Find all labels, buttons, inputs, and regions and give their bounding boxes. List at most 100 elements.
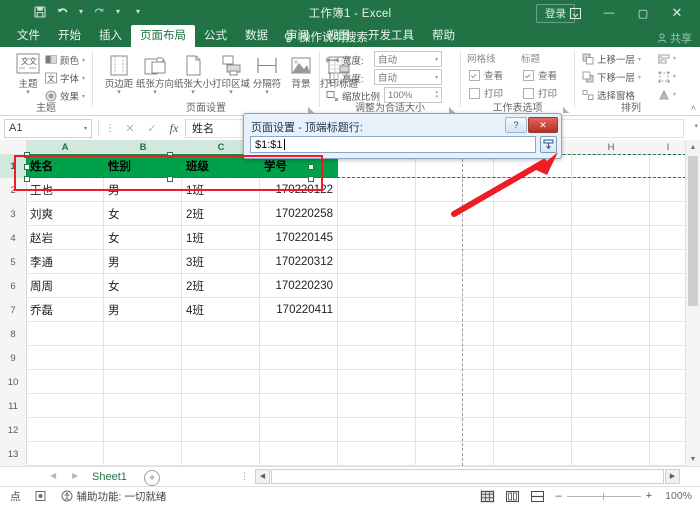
chevron-down-icon[interactable]: ▾ [117, 89, 121, 96]
cell-f13[interactable] [416, 442, 494, 466]
row-header-7[interactable]: 7 [0, 298, 27, 323]
sheet-nav-arrows[interactable]: ◀ ▶ [50, 471, 78, 480]
zoom-in-button[interactable]: + [646, 490, 652, 502]
cell-i3[interactable] [650, 202, 686, 226]
cell-a11[interactable] [26, 394, 104, 418]
send-backward-button[interactable]: 下移一层 ▾ [581, 70, 641, 84]
cell-g8[interactable] [494, 322, 572, 346]
cell-d6[interactable]: 170220230 [260, 274, 338, 298]
cell-d8[interactable] [260, 322, 338, 346]
close-button[interactable]: ✕ [660, 3, 694, 23]
horizontal-scroll-thumb[interactable] [271, 468, 664, 484]
dialog-help-button[interactable]: ? [505, 117, 527, 133]
cell-b5[interactable]: 男 [104, 250, 182, 274]
zoom-level[interactable]: 100% [662, 490, 692, 502]
expand-formula-bar-icon[interactable]: ▾ [694, 122, 698, 130]
chevron-down-icon[interactable]: ▾ [26, 89, 30, 96]
collapse-ribbon-button[interactable]: ˄ [691, 103, 696, 113]
minimize-button[interactable]: — [592, 3, 626, 23]
tell-me-search[interactable]: 操作说明搜索 [283, 29, 368, 45]
cell-e3[interactable] [338, 202, 416, 226]
cell-e10[interactable] [338, 370, 416, 394]
sheet-prev-icon[interactable]: ◀ [50, 471, 56, 480]
gridlines-view-checkbox[interactable]: 查看 [469, 68, 503, 82]
sheet-tab-sheet1[interactable]: Sheet1 [78, 467, 141, 488]
cell-a5[interactable]: 李通 [26, 250, 104, 274]
sheet-options-dialog-launcher[interactable]: ◣ [563, 105, 572, 114]
cell-f6[interactable] [416, 274, 494, 298]
cell-b9[interactable] [104, 346, 182, 370]
cell-e11[interactable] [338, 394, 416, 418]
cell-f8[interactable] [416, 322, 494, 346]
gridlines-print-checkbox[interactable]: 打印 [469, 86, 503, 100]
horizontal-scrollbar[interactable]: ⋮ ◀ ▶ [240, 468, 680, 484]
add-sheet-button[interactable]: + [144, 470, 160, 486]
cell-a13[interactable] [26, 442, 104, 466]
chevron-down-icon[interactable]: ▾ [229, 89, 233, 96]
row-header-5[interactable]: 5 [0, 250, 27, 275]
cell-a3[interactable]: 刘爽 [26, 202, 104, 226]
cell-g5[interactable] [494, 250, 572, 274]
cell-h4[interactable] [572, 226, 650, 250]
confirm-formula-icon[interactable]: ✓ [141, 122, 163, 135]
cell-c4[interactable]: 1班 [182, 226, 260, 250]
cancel-formula-icon[interactable]: ✕ [119, 122, 141, 135]
cell-a8[interactable] [26, 322, 104, 346]
cell-g10[interactable] [494, 370, 572, 394]
cell-f7[interactable] [416, 298, 494, 322]
cell-g11[interactable] [494, 394, 572, 418]
cell-h10[interactable] [572, 370, 650, 394]
cell-h9[interactable] [572, 346, 650, 370]
cell-h8[interactable] [572, 322, 650, 346]
cell-d13[interactable] [260, 442, 338, 466]
cell-c6[interactable]: 2班 [182, 274, 260, 298]
cell-i9[interactable] [650, 346, 686, 370]
ribbon-display-options-button[interactable] [558, 3, 592, 23]
cell-f2[interactable] [416, 178, 494, 202]
cell-i11[interactable] [650, 394, 686, 418]
headings-view-checkbox[interactable]: 查看 [523, 68, 557, 82]
cell-a9[interactable] [26, 346, 104, 370]
cell-d5[interactable]: 170220312 [260, 250, 338, 274]
theme-fonts-button[interactable]: 文 字体 ▾ [44, 71, 85, 85]
align-button[interactable]: ▾ [657, 52, 676, 65]
fit-height-select[interactable]: 自动 ▾ [374, 69, 442, 85]
cell-b8[interactable] [104, 322, 182, 346]
chevron-down-icon[interactable]: ▾ [153, 89, 157, 96]
tab-file[interactable]: 文件 [8, 25, 49, 47]
cell-c11[interactable] [182, 394, 260, 418]
cell-c9[interactable] [182, 346, 260, 370]
tab-page-layout[interactable]: 页面布局 [131, 25, 195, 47]
tab-formulas[interactable]: 公式 [195, 25, 236, 47]
page-layout-view-button[interactable] [505, 490, 520, 503]
cell-a12[interactable] [26, 418, 104, 442]
cell-f9[interactable] [416, 346, 494, 370]
column-header-i[interactable]: I [650, 140, 687, 155]
cell-c3[interactable]: 2班 [182, 202, 260, 226]
cell-b3[interactable]: 女 [104, 202, 182, 226]
bring-forward-button[interactable]: 上移一层 ▾ [581, 52, 641, 66]
row-header-10[interactable]: 10 [0, 370, 27, 395]
cell-c12[interactable] [182, 418, 260, 442]
row-header-11[interactable]: 11 [0, 394, 27, 419]
cell-g6[interactable] [494, 274, 572, 298]
cell-b11[interactable] [104, 394, 182, 418]
cell-e9[interactable] [338, 346, 416, 370]
fit-width-select[interactable]: 自动 ▾ [374, 51, 442, 67]
restore-button[interactable]: ▢ [626, 3, 660, 23]
cell-h2[interactable] [572, 178, 650, 202]
cell-c10[interactable] [182, 370, 260, 394]
cell-g4[interactable] [494, 226, 572, 250]
cell-d11[interactable] [260, 394, 338, 418]
zoom-track[interactable] [566, 492, 641, 500]
cell-b12[interactable] [104, 418, 182, 442]
cell-f11[interactable] [416, 394, 494, 418]
cell-e8[interactable] [338, 322, 416, 346]
chevron-down-icon[interactable]: ▾ [191, 89, 195, 96]
cell-f4[interactable] [416, 226, 494, 250]
cell-e12[interactable] [338, 418, 416, 442]
cell-i6[interactable] [650, 274, 686, 298]
headings-print-checkbox[interactable]: 打印 [523, 86, 557, 100]
cell-h3[interactable] [572, 202, 650, 226]
cell-h12[interactable] [572, 418, 650, 442]
